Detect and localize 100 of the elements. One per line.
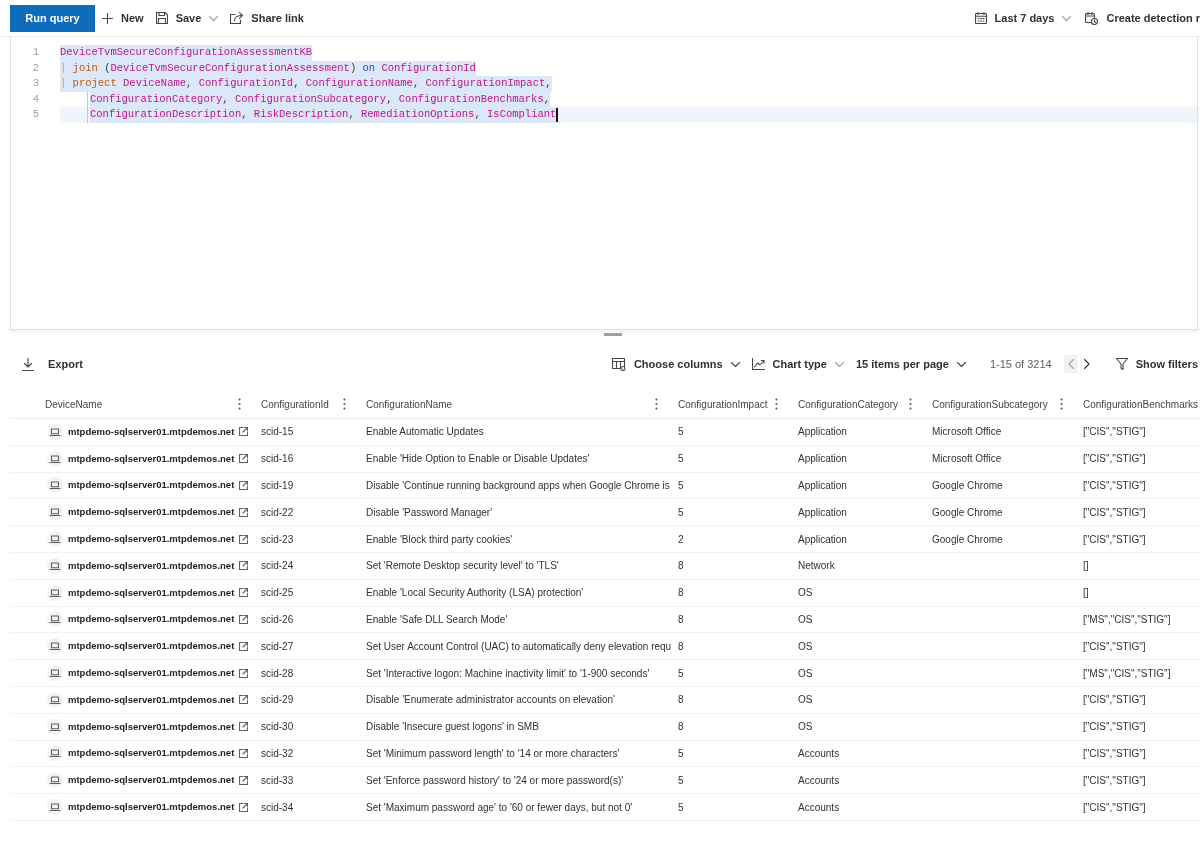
chevron-down-icon[interactable]: [730, 361, 740, 367]
table-cell-text: Enable 'Safe DLL Search Mode': [366, 612, 508, 627]
table-cell-text: ["CIS","STIG"]: [1083, 425, 1146, 440]
external-link-icon[interactable]: [239, 427, 249, 437]
device-name-link[interactable]: mtpdemo-sqlserver01.mtpdemos.net: [68, 585, 235, 600]
table-cell-text: scid-24: [261, 559, 294, 574]
external-link-icon[interactable]: [239, 641, 249, 651]
external-link-icon[interactable]: [239, 561, 249, 571]
page-size-dropdown[interactable]: 15 items per page: [855, 352, 966, 376]
kebab-menu-icon[interactable]: [775, 398, 778, 410]
device-name-link[interactable]: mtpdemo-sqlserver01.mtpdemos.net: [68, 773, 235, 788]
save-button[interactable]: Save: [155, 6, 219, 30]
device-name-link[interactable]: mtpdemo-sqlserver01.mtpdemos.net: [68, 719, 235, 734]
table-cell-text: []: [1083, 586, 1089, 601]
device-name-link[interactable]: mtpdemo-sqlserver01.mtpdemos.net: [68, 612, 235, 627]
table-cell-text: ["CIS","STIG"]: [1083, 720, 1146, 735]
table-cell-text: scid-33: [261, 773, 294, 788]
table-cell-text: scid-28: [261, 666, 294, 681]
table-cell-text: Accounts: [798, 773, 840, 788]
device-name-link[interactable]: mtpdemo-sqlserver01.mtpdemos.net: [68, 639, 235, 654]
kebab-menu-icon[interactable]: [238, 398, 241, 410]
device-name-link[interactable]: mtpdemo-sqlserver01.mtpdemos.net: [68, 692, 235, 707]
filter-icon[interactable]: [1115, 358, 1128, 370]
column-header[interactable]: DeviceName: [45, 396, 103, 412]
table-cell-text: Application: [798, 425, 847, 440]
external-link-icon[interactable]: [239, 507, 249, 517]
table-cell-text: Google Chrome: [932, 479, 1003, 493]
line-chart-icon[interactable]: [751, 358, 765, 370]
share-icon[interactable]: [230, 12, 244, 24]
calendar-clock-icon[interactable]: [1085, 11, 1099, 25]
device-name-link[interactable]: mtpdemo-sqlserver01.mtpdemos.net: [68, 746, 235, 761]
external-link-icon[interactable]: [239, 748, 249, 758]
table-cell-text: Disable 'Enumerate administrator accounts on elevation': [366, 693, 615, 708]
external-link-icon[interactable]: [239, 668, 249, 678]
table-cell-text: OS: [798, 693, 813, 708]
external-link-icon[interactable]: [239, 722, 249, 732]
line-number: 5: [31, 107, 39, 123]
external-link-icon[interactable]: [239, 802, 249, 812]
external-link-icon[interactable]: [239, 695, 249, 705]
column-header[interactable]: ConfigurationCategory: [798, 396, 899, 412]
external-link-icon[interactable]: [239, 454, 249, 464]
external-link-icon[interactable]: [239, 588, 249, 598]
table-cell-text: Application: [798, 452, 847, 467]
external-link-icon[interactable]: [239, 534, 249, 544]
kebab-menu-icon[interactable]: [909, 398, 912, 410]
external-link-icon[interactable]: [239, 614, 249, 624]
device-name-link[interactable]: mtpdemo-sqlserver01.mtpdemos.net: [68, 451, 235, 466]
chevron-down-icon[interactable]: [956, 361, 966, 367]
kebab-menu-icon[interactable]: [343, 398, 346, 410]
column-header[interactable]: ConfigurationId: [261, 396, 329, 412]
table-cell-text: 5: [678, 425, 684, 440]
external-link-icon[interactable]: [239, 481, 249, 490]
column-header[interactable]: ConfigurationImpact: [678, 396, 768, 412]
table-cell-text: ["CIS","STIG"]: [1083, 479, 1146, 493]
create-detection-button[interactable]: Create detection r: [1085, 6, 1200, 30]
share-link-button[interactable]: Share link: [230, 6, 304, 30]
table-cell-text: scid-25: [261, 586, 294, 601]
choose-columns-dropdown[interactable]: Choose columns: [611, 352, 740, 376]
column-header[interactable]: ConfigurationBenchmarks: [1083, 396, 1199, 412]
device-name-link[interactable]: mtpdemo-sqlserver01.mtpdemos.net: [68, 478, 235, 493]
kebab-menu-icon[interactable]: [655, 398, 658, 410]
table-cell-text: scid-34: [261, 800, 294, 815]
device-name-link[interactable]: mtpdemo-sqlserver01.mtpdemos.net: [68, 531, 235, 547]
time-range-dropdown[interactable]: Last 7 days: [974, 6, 1072, 30]
laptop-icon: [47, 611, 63, 628]
page-range-label: 1-15 of 3214: [989, 356, 1052, 372]
table-columns-icon[interactable]: [611, 357, 626, 371]
device-name-link[interactable]: mtpdemo-sqlserver01.mtpdemos.net: [68, 665, 235, 681]
table-cell-text: Disable 'Continue running background apps when Google Chrome is: [366, 479, 670, 493]
external-link-icon[interactable]: [239, 775, 249, 785]
line-number: 1: [31, 45, 39, 60]
device-name-link[interactable]: mtpdemo-sqlserver01.mtpdemos.net: [68, 558, 235, 573]
laptop-icon: [47, 718, 63, 735]
save-icon[interactable]: [155, 12, 168, 24]
device-name-link[interactable]: mtpdemo-sqlserver01.mtpdemos.net: [68, 505, 235, 520]
device-name-link[interactable]: mtpdemo-sqlserver01.mtpdemos.net: [68, 799, 235, 815]
laptop-icon: [47, 423, 63, 440]
plus-icon[interactable]: [102, 12, 113, 24]
device-name-link[interactable]: mtpdemo-sqlserver01.mtpdemos.net: [68, 424, 235, 439]
table-cell-text: Accounts: [798, 800, 840, 815]
laptop-icon: [47, 504, 63, 521]
table-cell-text: OS: [798, 639, 813, 654]
column-header[interactable]: ConfigurationName: [366, 396, 453, 412]
table-cell-text: 8: [678, 612, 684, 627]
column-header[interactable]: ConfigurationSubcategory: [932, 396, 1048, 412]
table-cell-text: 5: [678, 505, 684, 520]
splitter-handle[interactable]: [604, 332, 622, 336]
new-button[interactable]: New: [102, 6, 144, 30]
table-cell-text: Disable 'Insecure guest logons' in SMB: [366, 720, 539, 735]
download-icon[interactable]: [22, 357, 34, 371]
export-button[interactable]: Export: [22, 352, 83, 376]
show-filters-button[interactable]: Show filters: [1115, 352, 1198, 376]
line-number: 3: [31, 76, 39, 92]
kebab-menu-icon[interactable]: [1060, 398, 1063, 410]
calendar-icon[interactable]: [974, 12, 987, 24]
chevron-right-icon[interactable]: [1083, 359, 1090, 369]
chart-type-dropdown[interactable]: Chart type: [751, 352, 844, 376]
table-cell-text: OS: [798, 720, 813, 735]
run-query-button[interactable]: Run query: [10, 4, 95, 32]
table-cell-text: Set 'Minimum password length' to '14 or more characters': [366, 746, 620, 761]
